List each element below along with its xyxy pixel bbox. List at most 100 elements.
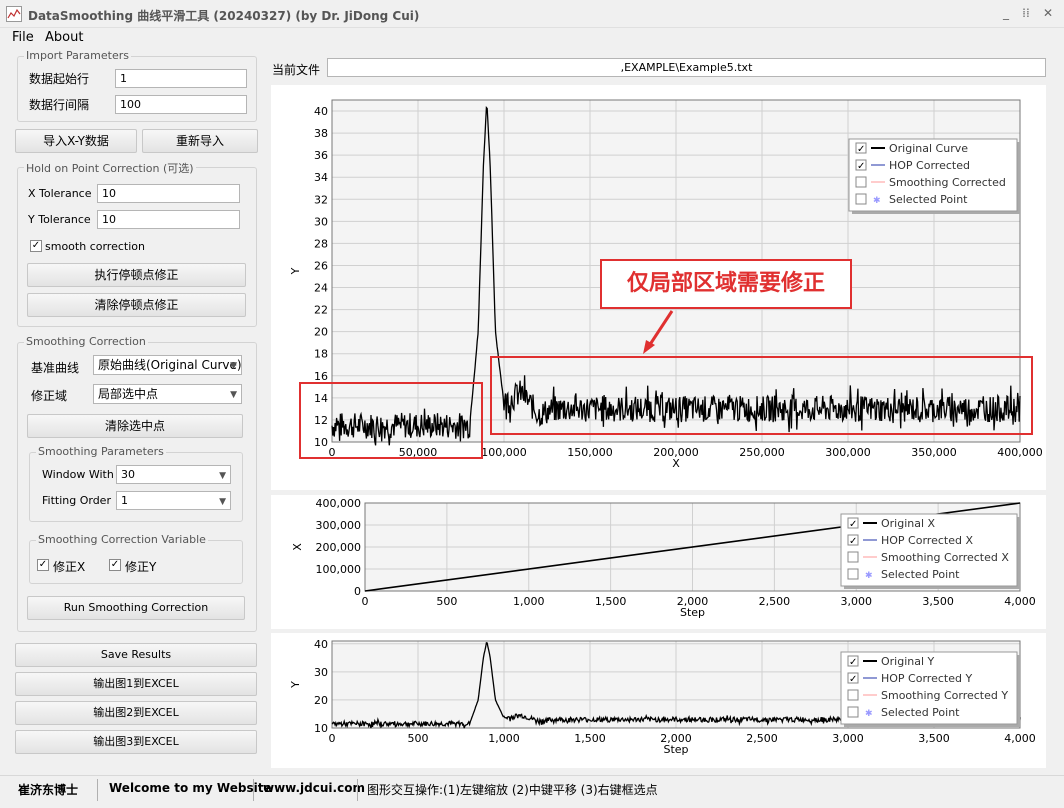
check-icon: ✓	[849, 536, 857, 547]
selected-point-icon: ✱	[873, 196, 881, 206]
clear-selected-button[interactable]: 清除选中点	[27, 414, 243, 438]
hop-title: Hold on Point Correction (可选)	[24, 160, 196, 176]
export-chart1-button[interactable]: 输出图1到EXCEL	[15, 672, 257, 696]
start-row-label: 数据起始行	[29, 72, 90, 86]
status-website[interactable]: www.jdcui.com	[263, 781, 365, 795]
export-chart2-button[interactable]: 输出图2到EXCEL	[15, 701, 257, 725]
minimize-button[interactable]: _	[996, 4, 1016, 22]
y-tick-label: 24	[314, 282, 328, 295]
x-tick-label: 150,000	[567, 446, 613, 459]
chart-step-y[interactable]: 102030400 500 1,000 1,500 2,000 2,500 3,000 3,5…	[271, 633, 1046, 768]
y-axis-label: X	[291, 543, 304, 551]
check-icon: ✓	[857, 144, 865, 155]
y-tick-label: 36	[314, 149, 328, 162]
run-smoothing-button[interactable]: Run Smoothing Correction	[27, 596, 245, 620]
x-tick-label: 0	[329, 732, 336, 745]
selected-point-icon: ✱	[865, 571, 873, 581]
smooth-correction-checkbox[interactable]: ✓	[30, 240, 42, 252]
check-icon: ✓	[849, 657, 857, 668]
y-tick-label: 20	[314, 694, 328, 707]
y-tick-label: 20	[314, 326, 328, 339]
save-results-button[interactable]: Save Results	[15, 643, 257, 667]
legend-entry: Selected Point	[881, 568, 960, 581]
window-width-value: 30	[121, 468, 135, 481]
chart-step-x[interactable]: 0 100,000 200,000 300,000 400,000 0 500 1,000 1,…	[271, 495, 1046, 629]
y-axis-label: Y	[289, 681, 302, 689]
window-width-label: Window With	[42, 468, 114, 481]
legend-checkbox	[847, 706, 859, 718]
menu-file[interactable]: File	[12, 30, 34, 45]
legend-entry: HOP Corrected X	[881, 534, 973, 547]
legend-entry: Smoothing Corrected Y	[881, 689, 1008, 702]
maximize-button[interactable]: ⁞⁞	[1016, 4, 1036, 22]
clear-hop-button[interactable]: 清除停顿点修正	[27, 293, 246, 317]
row-interval-input[interactable]: 100	[115, 95, 247, 114]
window-width-select[interactable]: 30 ▼	[116, 465, 231, 484]
x-tick-label: 4,000	[1004, 732, 1036, 745]
close-button[interactable]: ✕	[1038, 4, 1058, 22]
y-tick-label: 10	[314, 722, 328, 735]
x-tick-label: 500	[408, 732, 429, 745]
x-tick-label: 400,000	[997, 446, 1043, 459]
legend-entry: HOP Corrected Y	[881, 672, 972, 685]
x-tick-label: 0	[362, 595, 369, 608]
x-tick-label: 3,000	[832, 732, 864, 745]
fitting-order-label: Fitting Order	[42, 494, 111, 507]
fix-x-checkbox[interactable]: ✓	[37, 559, 49, 571]
domain-select[interactable]: 局部选中点 ▼	[93, 384, 242, 404]
x-tick-label: 2,500	[759, 595, 791, 608]
smoothing-title: Smoothing Correction	[24, 335, 148, 348]
execute-hop-button[interactable]: 执行停顿点修正	[27, 263, 246, 287]
y-tick-label: 200,000	[316, 541, 362, 554]
fix-y-checkbox[interactable]: ✓	[109, 559, 121, 571]
x-tick-label: 1,000	[488, 732, 520, 745]
selected-point-icon: ✱	[865, 709, 873, 719]
status-separator	[253, 779, 254, 801]
y-tick-label: 16	[314, 370, 328, 383]
x-tick-label: 250,000	[739, 446, 785, 459]
start-row-input[interactable]: 1	[115, 69, 247, 88]
y-tick-label: 0	[354, 585, 361, 598]
status-author: 崔济东博士	[18, 783, 79, 797]
x-tick-label: 3,500	[918, 732, 950, 745]
x-tick-label: 500	[436, 595, 457, 608]
fitting-order-select[interactable]: 1 ▼	[116, 491, 231, 510]
import-xy-button[interactable]: 导入X-Y数据	[15, 129, 137, 153]
smoothing-params-group	[29, 452, 243, 522]
status-separator	[97, 779, 98, 801]
legend-checkbox	[847, 568, 859, 580]
y-tick-label: 30	[314, 666, 328, 679]
legend-checkbox	[855, 193, 867, 205]
x-tolerance-input[interactable]: 10	[97, 184, 240, 203]
check-icon: ✓	[849, 519, 857, 530]
status-separator	[357, 779, 358, 801]
fix-y-label: 修正Y	[125, 560, 157, 574]
x-tick-label: 1,500	[574, 732, 606, 745]
legend-entry: HOP Corrected	[889, 159, 970, 172]
y-tolerance-input[interactable]: 10	[97, 210, 240, 229]
smooth-correction-label: smooth correction	[45, 240, 145, 253]
base-curve-select[interactable]: 原始曲线(Original Curve) ▼	[93, 355, 242, 375]
legend-entry: Smoothing Corrected	[889, 176, 1006, 189]
chevron-down-icon: ▼	[230, 390, 237, 400]
x-tick-label: 350,000	[911, 446, 957, 459]
annotation-callout: 仅局部区域需要修正	[600, 259, 852, 309]
reimport-button[interactable]: 重新导入	[142, 129, 258, 153]
domain-value: 局部选中点	[98, 387, 159, 401]
check-icon: ✓	[849, 674, 857, 685]
menu-about[interactable]: About	[45, 30, 83, 45]
legend-checkbox	[855, 176, 867, 188]
export-chart3-button[interactable]: 输出图3到EXCEL	[15, 730, 257, 754]
y-tick-label: 28	[314, 237, 328, 250]
variable-title: Smoothing Correction Variable	[36, 533, 208, 546]
y-tick-label: 100,000	[316, 563, 362, 576]
x-tick-label: 300,000	[825, 446, 871, 459]
y-tick-label: 40	[314, 105, 328, 118]
y-tick-label: 34	[314, 171, 328, 184]
fix-x-label: 修正X	[53, 560, 86, 574]
legend-checkbox	[847, 689, 859, 701]
annotation-box-left	[299, 382, 483, 459]
status-welcome[interactable]: Welcome to my Website	[109, 781, 272, 795]
status-hint: 图形交互操作:(1)左键缩放 (2)中键平移 (3)右键框选点	[367, 783, 658, 797]
domain-label: 修正域	[31, 389, 68, 403]
